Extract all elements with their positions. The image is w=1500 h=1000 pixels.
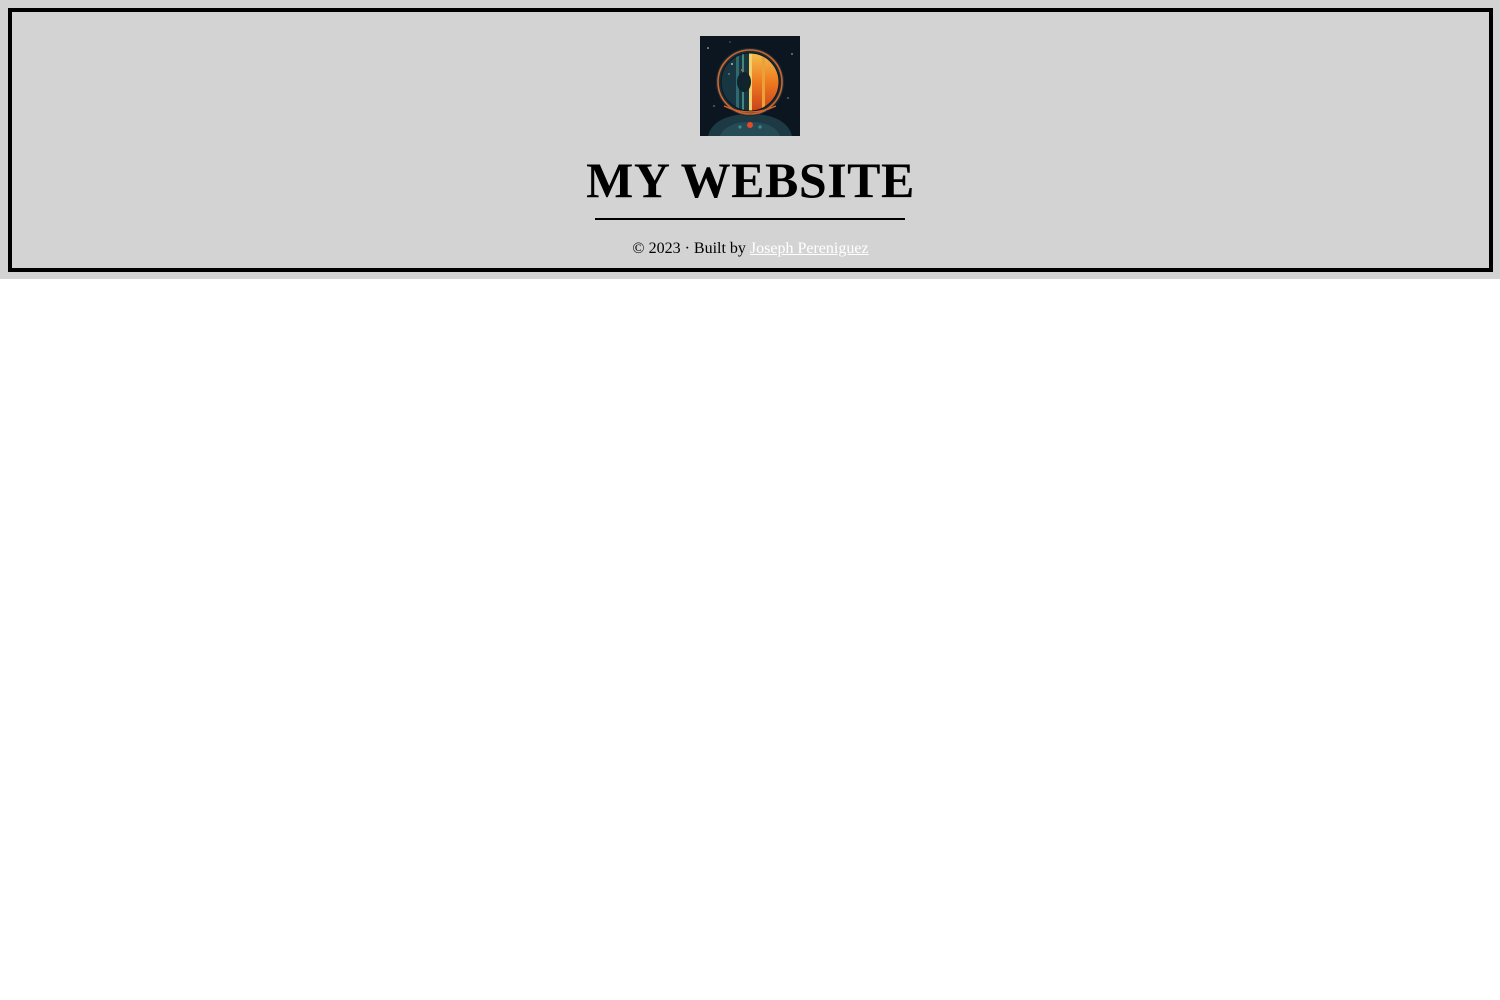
header-band: MY WEBSITE © 2023 · Built by Joseph Pere… xyxy=(0,0,1500,279)
site-header: MY WEBSITE © 2023 · Built by Joseph Pere… xyxy=(8,8,1493,272)
site-title: MY WEBSITE xyxy=(586,152,915,208)
footer-credit: © 2023 · Built by Joseph Pereniguez xyxy=(12,239,1489,259)
author-link[interactable]: Joseph Pereniguez xyxy=(750,240,869,257)
astronaut-helmet-icon xyxy=(700,36,800,136)
copyright-text: © 2023 · Built by xyxy=(632,240,746,257)
title-divider xyxy=(595,218,905,220)
